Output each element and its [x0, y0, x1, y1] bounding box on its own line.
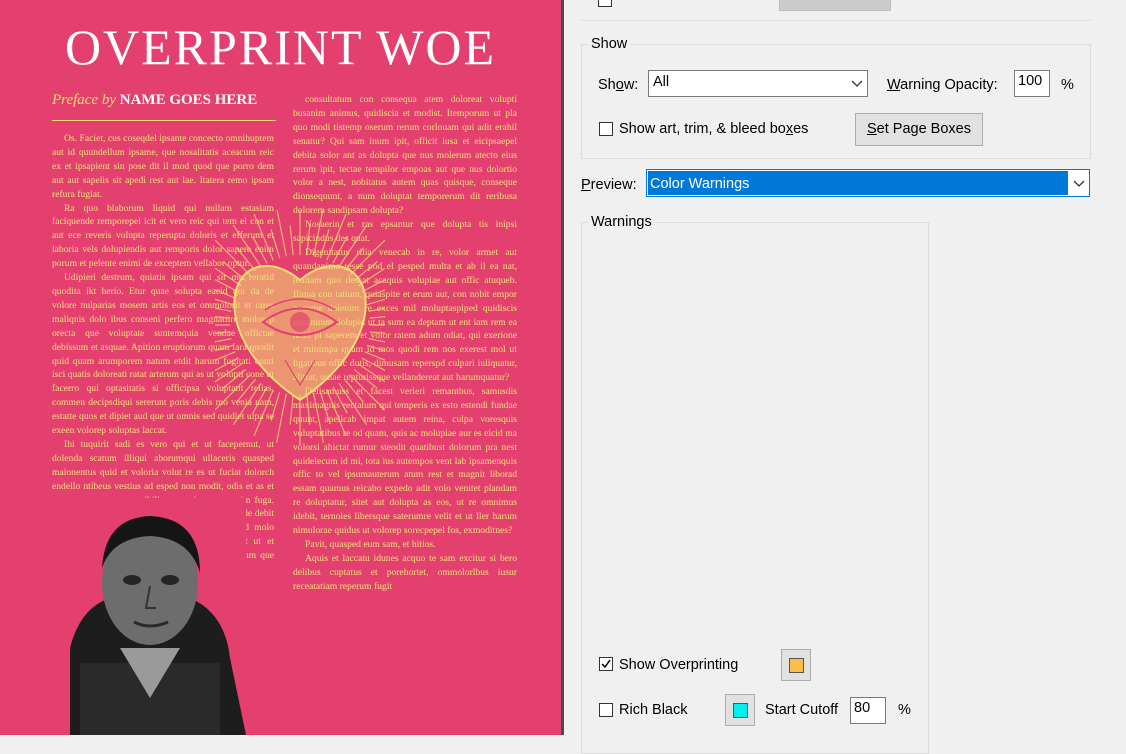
top-button-partial[interactable] — [779, 0, 891, 11]
preface-prefix: Preface by — [52, 92, 116, 108]
overprint-color-swatch — [789, 658, 804, 673]
chevron-down-icon — [1073, 180, 1085, 187]
illustration-ray — [366, 344, 385, 352]
document-title: OVERPRINT WOE — [64, 19, 497, 75]
illustration-ray — [306, 225, 311, 256]
show-dropdown-value: All — [653, 74, 670, 90]
warning-opacity-label: Warning Opacity: — [887, 77, 998, 93]
document-preview: OVERPRINT WOE Preface by NAME GOES HERE … — [0, 0, 561, 735]
show-group — [581, 44, 1091, 159]
body-paragraph: Aquis et laccatu idunes acquo te sam exc… — [293, 552, 517, 592]
illustration-ray — [215, 316, 231, 319]
illustration-ray — [289, 394, 294, 425]
illustration-ray — [369, 316, 385, 319]
illustration-ray — [326, 389, 347, 437]
rich-black-label: Rich Black — [619, 702, 688, 718]
illustration-ray — [289, 225, 294, 256]
illustration-ray — [319, 229, 330, 259]
illustration-ray — [313, 210, 324, 257]
illustration-ray — [366, 298, 385, 306]
start-cutoff-label: Start Cutoff — [765, 702, 839, 718]
illustration-ray — [353, 368, 378, 389]
body-paragraph: Pavit, quasped eum sam, et hitios. — [305, 539, 436, 550]
illustration-ray — [215, 357, 239, 372]
preface-line: Preface by NAME GOES HERE — [52, 92, 257, 109]
set-page-boxes-button[interactable]: Set Page Boxes — [855, 113, 983, 146]
rich-black-color-swatch — [733, 703, 748, 718]
illustration-ray — [361, 278, 385, 293]
overprint-color-button[interactable] — [781, 649, 811, 681]
illustration-ray — [222, 368, 247, 389]
illustration-ray — [276, 393, 287, 443]
heart-eye-illustration — [215, 210, 385, 445]
illustration-ray — [369, 331, 385, 334]
body-paragraph: consultatum con consequa atem doloreat v… — [293, 94, 517, 217]
warnings-group-title: Warnings — [588, 214, 655, 230]
illustration-ray — [253, 389, 274, 437]
illustration-ray — [313, 393, 324, 443]
body-paragraph: Os. Faciet, cus coseqdel ipsante concect… — [52, 133, 274, 200]
chevron-down-icon — [851, 80, 863, 87]
illustration-ray — [319, 391, 330, 421]
illustration-ray — [215, 298, 234, 306]
show-boxes-checkbox[interactable] — [599, 122, 613, 136]
illustration-ray — [270, 391, 281, 421]
show-overprinting-label: Show Overprinting — [619, 657, 739, 673]
show-dropdown[interactable]: All — [648, 70, 868, 97]
warning-opacity-input[interactable]: 100 — [1014, 70, 1050, 97]
illustration-ray — [215, 331, 231, 334]
show-group-title: Show — [588, 36, 631, 52]
output-preview-panel: Show Show: All Warning Opacity: 100 % Sh… — [564, 0, 1126, 754]
illustration-ray — [306, 394, 311, 425]
preface-name: NAME GOES HERE — [119, 92, 258, 108]
rich-black-checkbox[interactable] — [599, 703, 613, 717]
warning-opacity-percent: % — [1061, 77, 1074, 93]
top-checkbox-partial[interactable] — [598, 0, 612, 7]
start-cutoff-input[interactable]: 80 — [850, 697, 886, 724]
illustration-ray — [276, 210, 287, 257]
warnings-group — [581, 222, 929, 754]
illustration-ray — [215, 344, 234, 352]
show-overprinting-checkbox[interactable] — [599, 657, 613, 671]
illustration-ray — [343, 378, 364, 403]
illustration-ray — [215, 278, 239, 293]
illustration-ray — [236, 378, 257, 403]
illustration-ray — [343, 247, 364, 272]
illustration-ray — [270, 229, 281, 259]
author-photo — [50, 498, 246, 735]
rich-black-color-button[interactable] — [725, 694, 755, 726]
show-label: Show: — [598, 77, 639, 93]
show-boxes-label: Show art, trim, & bleed boxes — [619, 121, 809, 137]
preview-dropdown-value: Color Warnings — [650, 176, 750, 192]
checkmark-icon — [601, 659, 611, 669]
illustration-ray — [361, 357, 385, 372]
illustration-ray — [326, 213, 347, 261]
preview-label: Preview: — [581, 177, 637, 193]
preview-dropdown[interactable]: Color Warnings — [646, 169, 1090, 197]
top-group-bottom-edge — [581, 20, 1091, 21]
illustration-ray — [253, 213, 274, 261]
preface-rule — [52, 120, 276, 121]
start-cutoff-percent: % — [898, 702, 911, 718]
illustration-ray — [236, 247, 257, 272]
